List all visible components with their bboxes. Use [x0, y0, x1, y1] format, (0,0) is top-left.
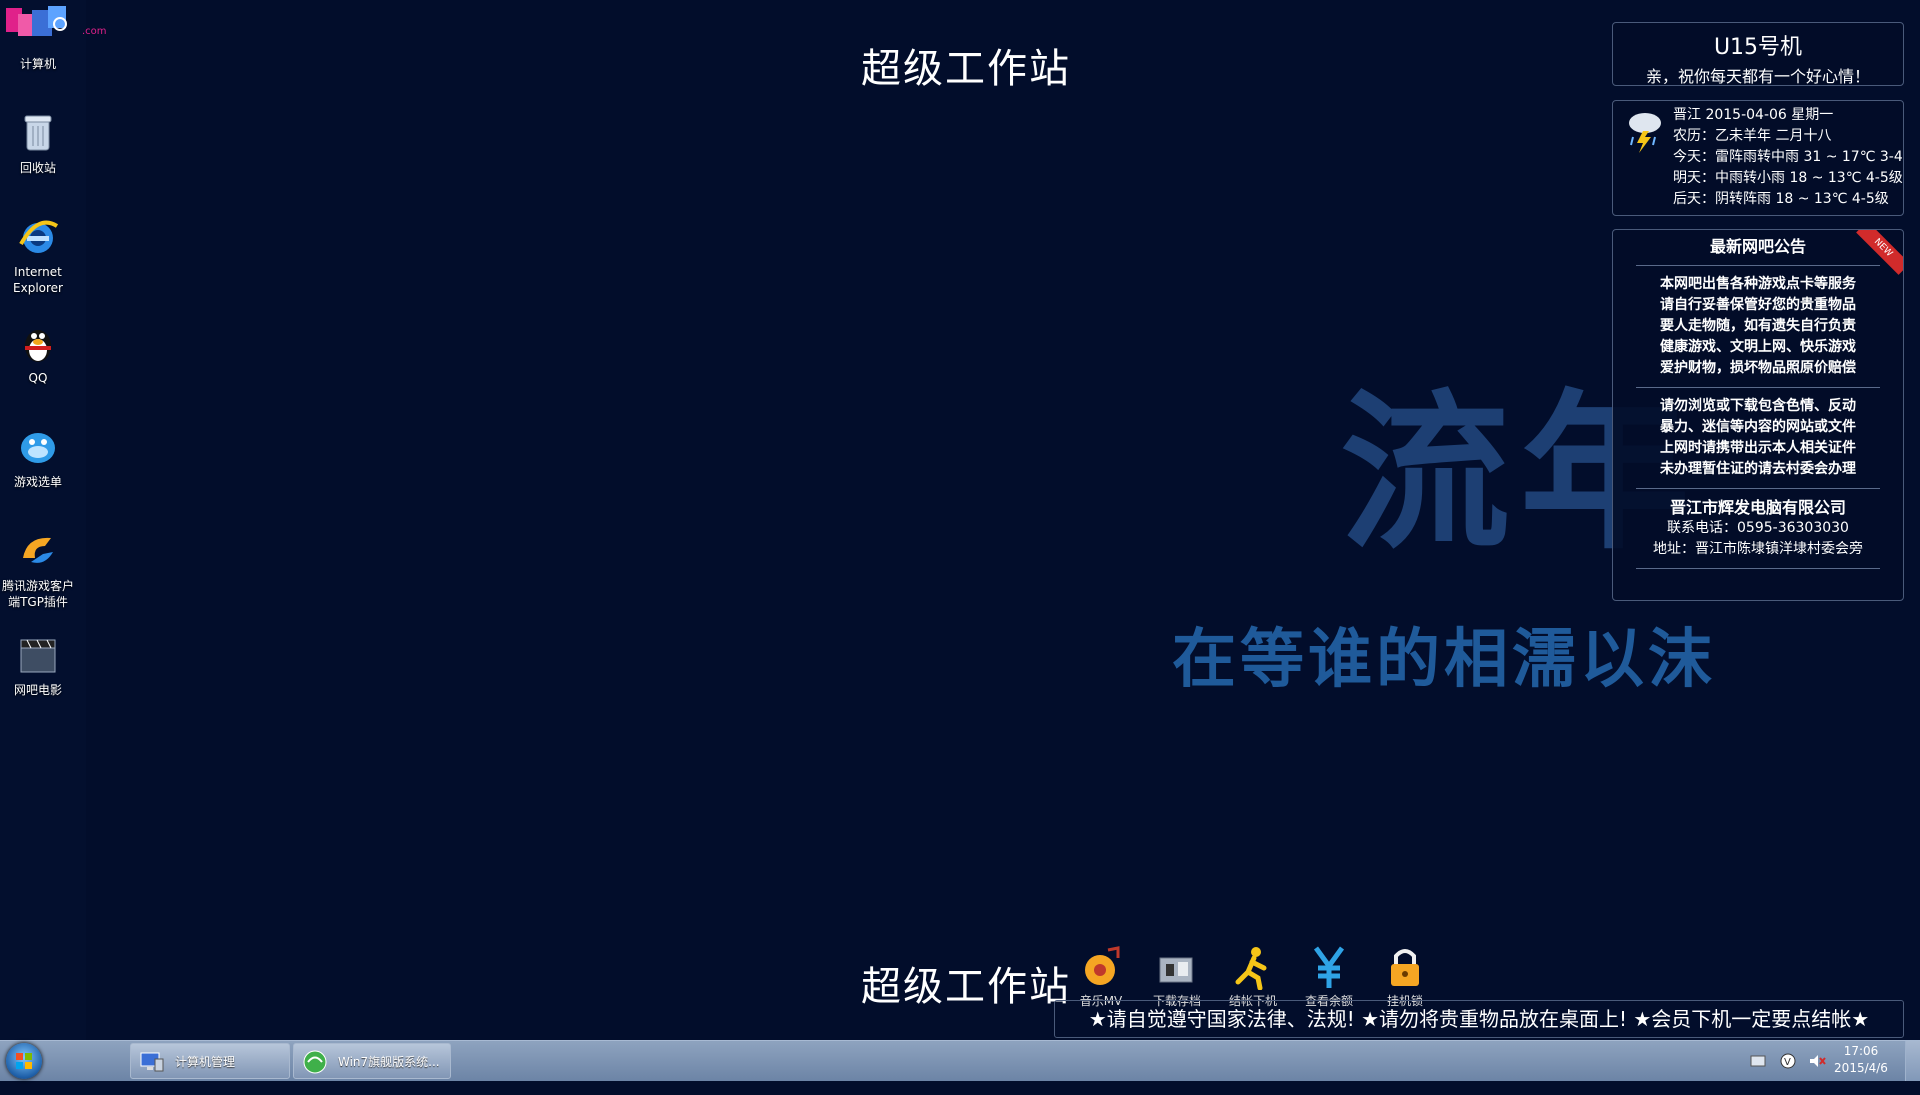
weather-lunar-date: 农历：乙未羊年 二月十八: [1673, 128, 1832, 144]
taskbar-button-label: 计算机管理: [175, 1055, 236, 1069]
announcement-block-1: 本网吧出售各种游戏点卡等服务 请自行妥善保管好您的贵重物品 要人走物随，如有遗失…: [1613, 274, 1903, 379]
announcement-line: 本网吧出售各种游戏点卡等服务: [1660, 276, 1856, 292]
announcement-line: 要人走物随，如有遗失自行负责: [1660, 318, 1856, 334]
announcement-line: 未办理暂住证的请去村委会办理: [1660, 461, 1856, 477]
download-save-icon: [1159, 957, 1193, 983]
music-mv-icon: [1085, 946, 1120, 985]
svg-text:V: V: [1784, 1057, 1791, 1068]
thunderstorm-icon: [1629, 113, 1661, 153]
desktop-icon-label: 网吧电影: [13, 683, 62, 697]
announcement-panel: NEW 最新网吧公告 本网吧出售各种游戏点卡等服务 请自行妥善保管好您的贵重物品…: [1612, 229, 1904, 601]
qq-penguin-icon: [25, 330, 51, 362]
weather-tomorrow: 明天：中雨转小雨 18 ~ 13℃ 4-5级: [1673, 170, 1903, 186]
desktop-icon-label: QQ: [28, 371, 48, 385]
announcement-line: 上网时请携带出示本人相关证件: [1660, 440, 1856, 456]
announcement-line: 爱护财物，损坏物品照原价赔偿: [1660, 360, 1856, 376]
desktop-icon-computer[interactable]: 计算机: [0, 30, 76, 72]
announcement-line: 请勿浏览或下载包含色情、反动: [1660, 398, 1856, 414]
announcement-line: 暴力、迷信等内容的网站或文件: [1660, 419, 1856, 435]
taskbar-button-label: Win7旗舰版系统...: [338, 1055, 440, 1069]
divider: [1636, 387, 1880, 388]
desktop-icon-recycle-bin[interactable]: 回收站: [0, 110, 76, 176]
announcement-line: 健康游戏、文明上网、快乐游戏: [1660, 339, 1856, 355]
volume-muted-icon[interactable]: [1808, 1053, 1826, 1093]
divider: [1636, 568, 1880, 569]
weather-location-date: 晋江 2015-04-06 星期一: [1673, 107, 1834, 123]
rules-marquee: ★请自觉遵守国家法律、法规! ★请勿将贵重物品放在桌面上! ★会员下机一定要点结…: [1054, 1000, 1904, 1038]
company-name: 晋江市辉发电脑有限公司: [1669, 498, 1846, 517]
clock-date: 2015/4/6: [1834, 1061, 1888, 1075]
taskbar-button-browser[interactable]: Win7旗舰版系统...: [293, 1043, 451, 1079]
start-button[interactable]: [6, 1043, 42, 1079]
security-tray-icon[interactable]: V: [1780, 1053, 1796, 1093]
wallpaper-watermark-subtitle: 在等谁的相濡以沫: [1172, 622, 1716, 697]
desktop-icon-label: Internet Explorer: [13, 265, 63, 295]
wallpaper-title-top: 超级工作站: [861, 46, 1071, 92]
announcement-title: 最新网吧公告: [1709, 237, 1806, 256]
wallpaper-title-bottom: 超级工作站: [861, 964, 1071, 1010]
company-address: 地址：晋江市陈埭镇洋埭村委会旁: [1653, 541, 1863, 557]
announcement-block-2: 请勿浏览或下载包含色情、反动 暴力、迷信等内容的网站或文件 上网时请携带出示本人…: [1613, 396, 1903, 480]
system-clock[interactable]: 17:06 2015/4/6: [1826, 1043, 1896, 1077]
company-phone: 联系电话：0595-36303030: [1667, 520, 1849, 536]
divider: [1636, 265, 1880, 266]
weather-today: 今天：雷阵雨转中雨 31 ~ 17℃ 3-4级: [1673, 149, 1904, 165]
game-menu-icon: [21, 433, 55, 463]
keyboard-tray-icon[interactable]: [1750, 1055, 1766, 1095]
machine-name: U15号机: [1713, 35, 1803, 60]
machine-greeting: 亲，祝你每天都有一个好心情！: [1645, 67, 1870, 86]
internet-explorer-icon: [19, 220, 59, 253]
browser-icon: [303, 1050, 327, 1074]
movie-clapper-icon: [20, 639, 56, 673]
desktop-icon-tgp[interactable]: 腾讯游戏客户端TGP插件: [0, 528, 76, 610]
machine-info-panel: U15号机 亲，祝你每天都有一个好心情！: [1612, 22, 1904, 86]
taskbar: 计算机管理 Win7旗舰版系统... V 17:06 2015/4/6: [0, 1040, 1920, 1081]
announcement-line: 请自行妥善保管好您的贵重物品: [1660, 297, 1856, 313]
desktop-icon-internet-explorer[interactable]: Internet Explorer: [0, 214, 76, 296]
divider: [1636, 488, 1880, 489]
yen-balance-icon: [1313, 946, 1345, 988]
weather-lines: 晋江 2015-04-06 星期一 农历：乙未羊年 二月十八 今天：雷阵雨转中雨…: [1673, 105, 1904, 210]
desktop-icon-movie[interactable]: 网吧电影: [0, 632, 76, 698]
weather-panel: 晋江 2015-04-06 星期一 农历：乙未羊年 二月十八 今天：雷阵雨转中雨…: [1612, 100, 1904, 216]
tgp-icon: [23, 537, 53, 563]
recycle-bin-icon: [24, 115, 52, 151]
show-desktop-button[interactable]: [1905, 1041, 1920, 1081]
checkout-runner-icon: [1235, 947, 1267, 990]
clock-time: 17:06: [1843, 1044, 1879, 1058]
logo-domain: .com: [82, 26, 107, 37]
desktop-icon-label: 回收站: [19, 161, 56, 175]
desktop-icon-qq[interactable]: QQ: [0, 320, 76, 386]
desktop-icon-label: 游戏选单: [13, 475, 62, 489]
padlock-icon: [1391, 949, 1419, 986]
taskbar-button-computer-management[interactable]: 计算机管理: [130, 1043, 290, 1079]
weather-day-after: 后天：阴转阵雨 18 ~ 13℃ 4-5级: [1673, 191, 1889, 207]
computer-management-icon: [140, 1052, 164, 1072]
desktop-icon-label: 计算机: [19, 57, 56, 71]
desktop-icon-label: 腾讯游戏客户端TGP插件: [1, 579, 74, 609]
desktop-icon-game-menu[interactable]: 游戏选单: [0, 424, 76, 490]
windows-logo-icon: [16, 1053, 32, 1069]
